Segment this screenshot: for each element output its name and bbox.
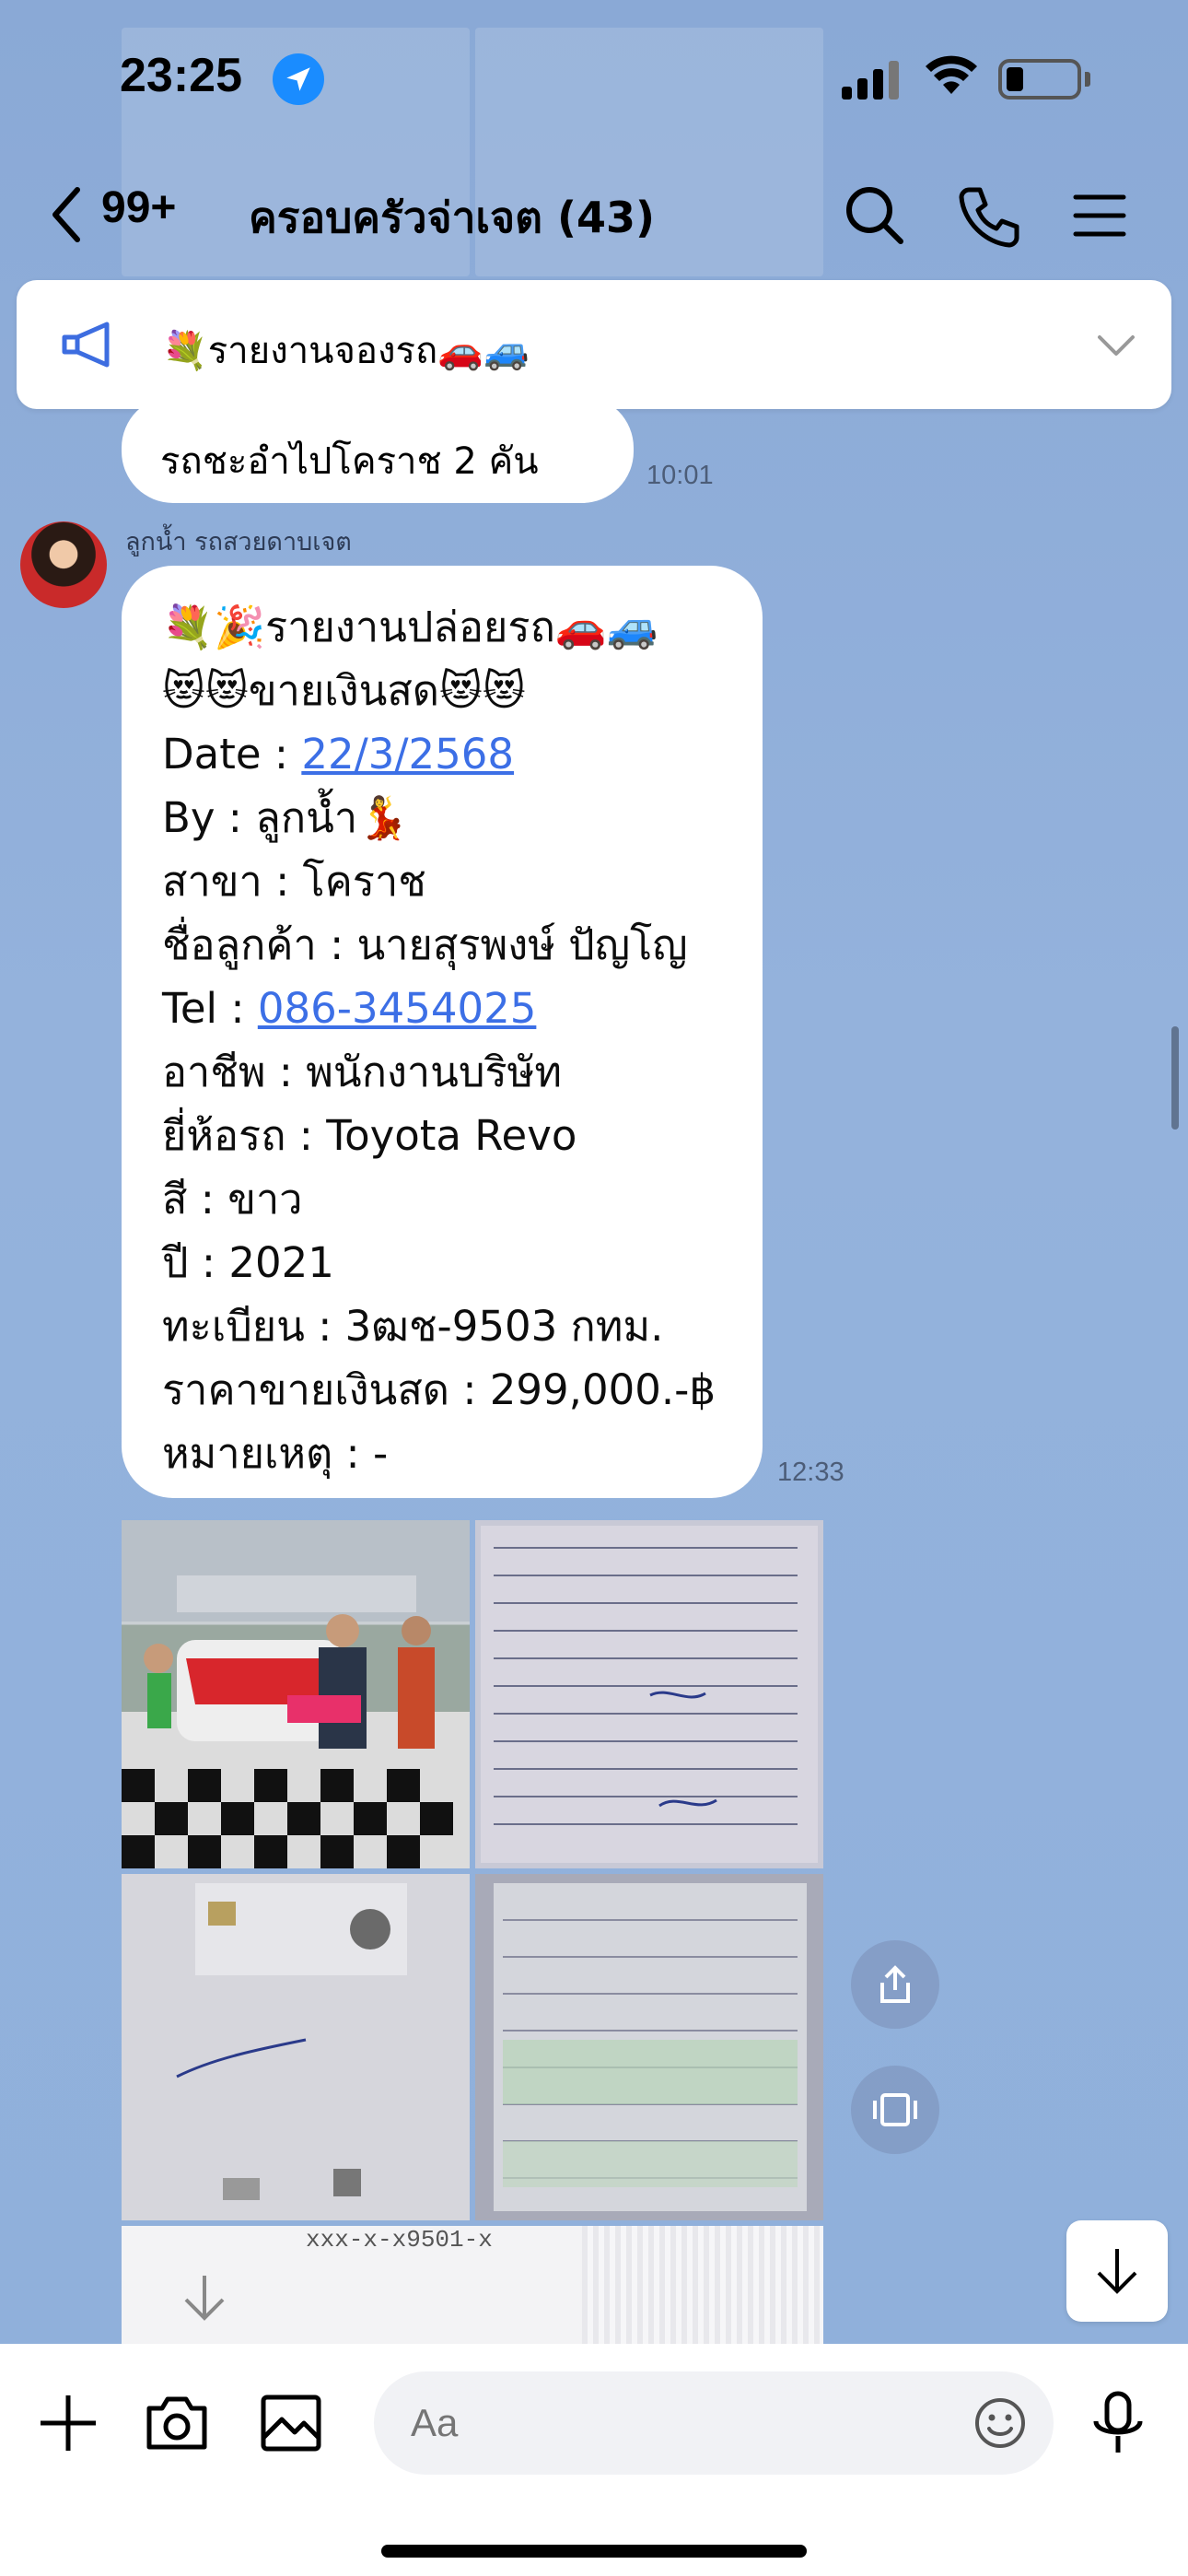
microphone-icon[interactable] xyxy=(1083,2388,1153,2458)
message-line: ปี : 2021 xyxy=(162,1238,334,1287)
photo-registration-form[interactable] xyxy=(475,1874,823,2220)
emoji-icon[interactable] xyxy=(973,2395,1028,2451)
arrow-down-icon xyxy=(184,2276,225,2321)
announcement-text: 💐รายงานจองรถ🚗🚙 xyxy=(162,330,530,372)
tel-label: Tel : xyxy=(162,984,258,1033)
message-text: รถชะอำไปโคราช 2 คัน xyxy=(160,440,539,483)
message-line: By : ลูกน้ำ💃 xyxy=(162,793,410,842)
message-line-tel: Tel : 086-3454025 xyxy=(162,977,763,1040)
message-input[interactable] xyxy=(411,2392,926,2454)
share-icon xyxy=(880,1965,910,2003)
avatar[interactable] xyxy=(20,521,107,608)
location-arrow-icon xyxy=(273,53,324,105)
message-line: ทะเบียน : 3ฒช-9503 กทม. xyxy=(162,1302,664,1351)
message-time: 12:33 xyxy=(777,1458,844,1487)
album-icon xyxy=(873,2093,917,2126)
message-line: 😻😻ขายเงินสด😻😻 xyxy=(162,666,526,715)
announcement-banner[interactable]: 💐รายงานจองรถ🚗🚙 xyxy=(17,280,1171,409)
message-bubble[interactable]: 💐🎉รายงานปล่อยรถ🚗🚙 😻😻ขายเงินสด😻😻 Date : 2… xyxy=(122,566,763,1498)
message-bubble[interactable]: รถชะอำไปโคราช 2 คัน xyxy=(122,396,634,503)
input-bar xyxy=(0,2344,1188,2576)
message-line: สี : ขาว xyxy=(162,1175,303,1224)
megaphone-icon xyxy=(62,322,110,368)
date-label: Date : xyxy=(162,730,302,779)
message-line: ราคาขายเงินสด : 299,000.-฿ xyxy=(162,1365,716,1414)
arrow-down-icon xyxy=(1097,2249,1137,2294)
status-time: 23:25 xyxy=(120,49,242,102)
message-line: สาขา : โคราช xyxy=(162,857,426,906)
message-line: หมายเหตุ : - xyxy=(162,1429,389,1478)
battery-icon xyxy=(998,59,1081,100)
chat-header: 99+ ครอบครัวจ่าเจต (43) xyxy=(0,157,1188,276)
camera-icon[interactable] xyxy=(142,2388,212,2458)
back-chevron-icon[interactable] xyxy=(48,184,85,245)
message-line: 💐🎉รายงานปล่อยรถ🚗🚙 xyxy=(162,603,658,651)
message-line: ยี่ห้อรถ : Toyota Revo xyxy=(162,1111,577,1160)
date-link[interactable]: 22/3/2568 xyxy=(301,730,514,779)
message-line: ชื่อลูกค้า : นายสุรพงษ์ ปัญโญ xyxy=(162,920,688,969)
menu-icon[interactable] xyxy=(1063,179,1136,252)
phone-link[interactable]: 086-3454025 xyxy=(258,984,537,1033)
message-time: 10:01 xyxy=(646,461,714,490)
group-title[interactable]: ครอบครัวจ่าเจต (43) xyxy=(249,184,655,252)
chevron-down-icon[interactable] xyxy=(1094,328,1138,361)
message-line-date: Date : 22/3/2568 xyxy=(162,722,763,786)
battery-nub xyxy=(1085,72,1090,87)
scroll-to-bottom-button[interactable] xyxy=(1066,2220,1168,2322)
scrollbar[interactable] xyxy=(1171,1026,1179,1130)
sender-name: ลูกน้ำ รถสวยดาบเจต xyxy=(125,528,352,556)
photo-partial[interactable]: xxx-x-x9501-x xyxy=(122,2226,823,2346)
share-button[interactable] xyxy=(851,1940,939,2029)
message-line: อาชีพ : พนักงานบริษัท xyxy=(162,1048,563,1096)
photo-caption-text: xxx-x-x9501-x xyxy=(306,2226,493,2254)
photo-document[interactable] xyxy=(475,1520,823,1868)
album-button[interactable] xyxy=(851,2066,939,2154)
message-input-field[interactable] xyxy=(374,2371,1054,2475)
home-indicator xyxy=(381,2545,807,2558)
wifi-icon xyxy=(926,55,977,94)
unread-count[interactable]: 99+ xyxy=(101,182,176,233)
photo-id-card[interactable] xyxy=(122,1874,470,2220)
plus-icon[interactable] xyxy=(33,2388,103,2458)
cellular-signal-icon xyxy=(842,61,899,100)
photo-car-delivery[interactable] xyxy=(122,1520,470,1868)
phone-call-icon[interactable] xyxy=(952,179,1026,252)
search-icon[interactable] xyxy=(838,179,912,252)
image-gallery-icon[interactable] xyxy=(256,2388,326,2458)
status-bar: 23:25 xyxy=(0,0,1188,157)
